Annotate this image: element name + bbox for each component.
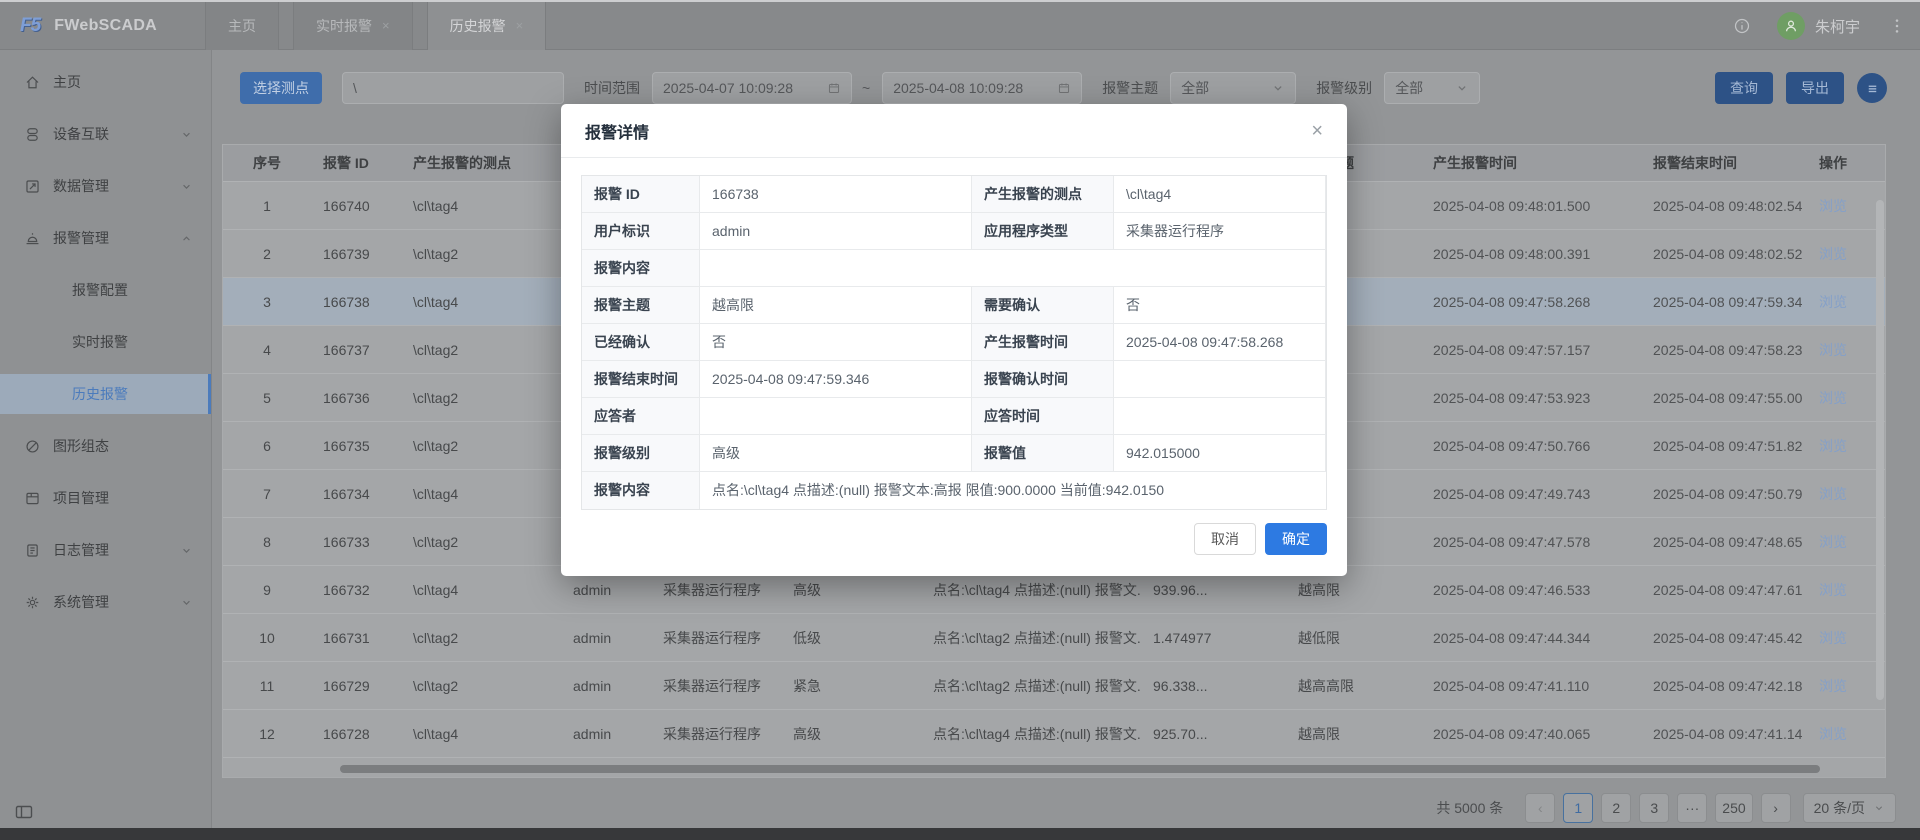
detail-label: 报警确认时间 — [972, 361, 1114, 398]
detail-value: admin — [700, 213, 972, 250]
modal-body: 报警 ID 166738 产生报警的测点 \cl\tag4 用户标识 admin… — [561, 158, 1347, 518]
detail-value: \cl\tag4 — [1114, 176, 1326, 213]
detail-label: 报警结束时间 — [582, 361, 700, 398]
detail-label: 报警主题 — [582, 287, 700, 324]
detail-value: 否 — [1114, 287, 1326, 324]
detail-label: 需要确认 — [972, 287, 1114, 324]
detail-label: 应答时间 — [972, 398, 1114, 435]
alarm-detail-modal: 报警详情 × 报警 ID 166738 产生报警的测点 \cl\tag4 用户标… — [561, 104, 1347, 576]
detail-value: 2025-04-08 09:47:59.346 — [700, 361, 972, 398]
detail-label: 应答者 — [582, 398, 700, 435]
detail-value: 否 — [700, 324, 972, 361]
detail-value: 166738 — [700, 176, 972, 213]
detail-value: 2025-04-08 09:47:58.268 — [1114, 324, 1326, 361]
close-icon[interactable]: × — [1311, 121, 1323, 141]
detail-value: 942.015000 — [1114, 435, 1326, 472]
detail-label: 用户标识 — [582, 213, 700, 250]
detail-label: 报警级别 — [582, 435, 700, 472]
detail-label: 已经确认 — [582, 324, 700, 361]
detail-label: 产生报警时间 — [972, 324, 1114, 361]
detail-value: 点名:\cl\tag4 点描述:(null) 报警文本:高报 限值:900.00… — [700, 472, 1326, 509]
alarm-detail-table: 报警 ID 166738 产生报警的测点 \cl\tag4 用户标识 admin… — [581, 175, 1327, 510]
cancel-button[interactable]: 取消 — [1194, 523, 1256, 555]
detail-label: 报警值 — [972, 435, 1114, 472]
detail-value: 采集器运行程序 — [1114, 213, 1326, 250]
detail-value — [700, 398, 972, 435]
detail-value: 高级 — [700, 435, 972, 472]
detail-value: 越高限 — [700, 287, 972, 324]
detail-value — [1114, 361, 1326, 398]
app-root: F5 FWebSCADA 主页 实时报警 × 历史报警 × — [0, 0, 1920, 840]
detail-label: 报警内容 — [582, 250, 700, 287]
detail-label: 应用程序类型 — [972, 213, 1114, 250]
confirm-button[interactable]: 确定 — [1265, 523, 1327, 555]
detail-label: 报警内容 — [582, 472, 700, 509]
detail-value — [700, 250, 1326, 287]
detail-value — [1114, 398, 1326, 435]
modal-footer: 取消 确定 — [561, 518, 1347, 576]
modal-header: 报警详情 × — [561, 104, 1347, 158]
detail-label: 产生报警的测点 — [972, 176, 1114, 213]
detail-label: 报警 ID — [582, 176, 700, 213]
modal-title: 报警详情 — [585, 119, 649, 143]
